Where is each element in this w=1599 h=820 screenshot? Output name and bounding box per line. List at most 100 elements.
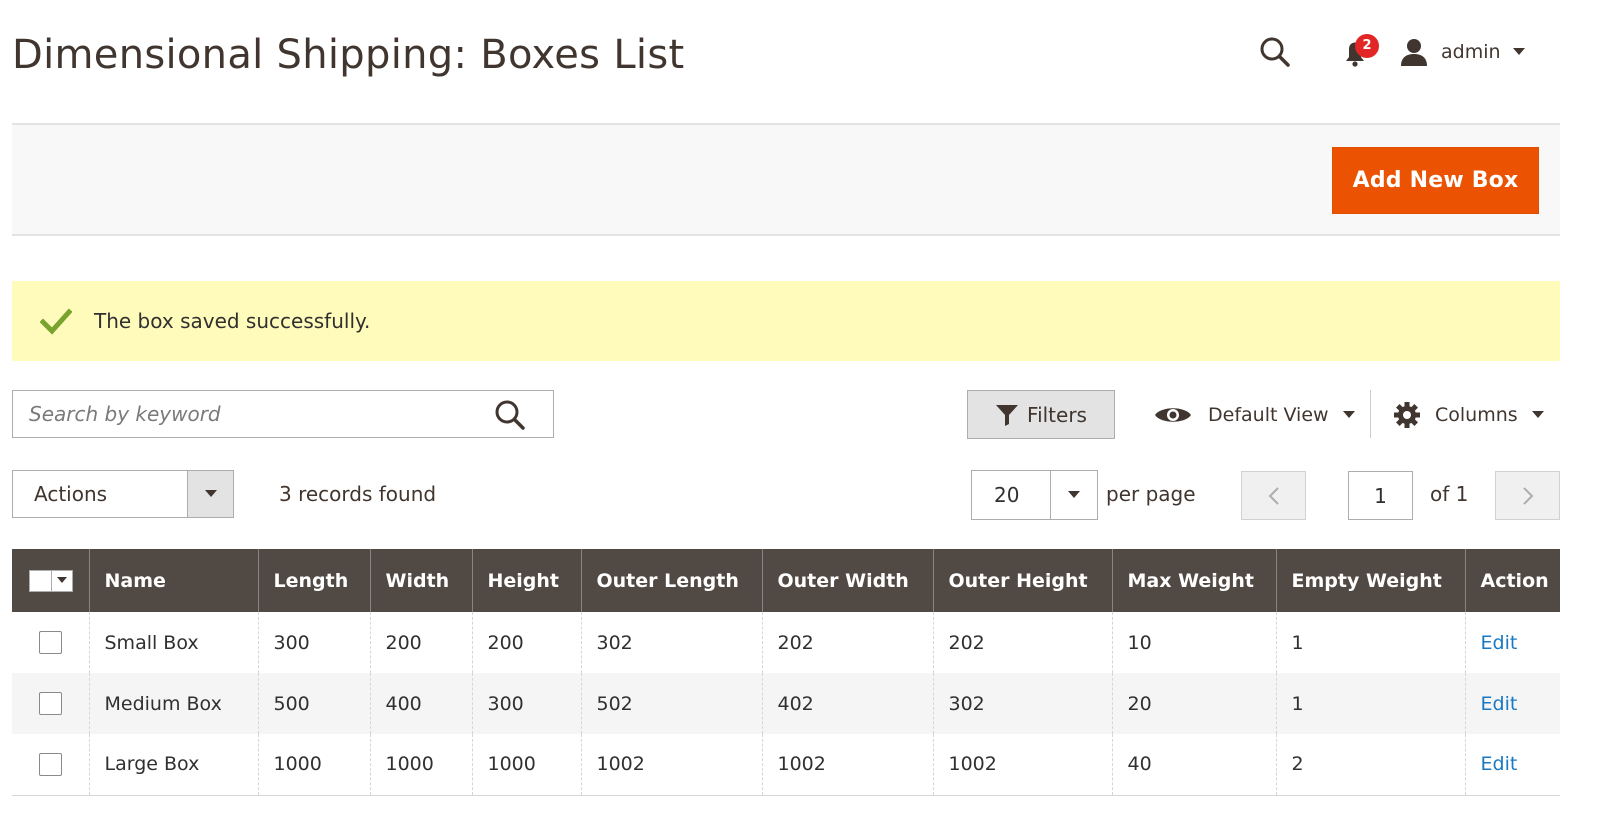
view-switcher[interactable]: Default View (1154, 392, 1355, 438)
total-pages: of 1 (1430, 482, 1469, 506)
cell-outer-width: 402 (761, 673, 933, 734)
gear-icon (1394, 402, 1420, 428)
eye-icon (1155, 408, 1191, 422)
edit-link[interactable]: Edit (1481, 693, 1518, 715)
message-text: The box saved successfully. (94, 309, 371, 333)
cell-action: Edit (1464, 612, 1560, 673)
row-select-cell (12, 612, 89, 673)
row-checkbox[interactable] (39, 692, 62, 715)
edit-link[interactable]: Edit (1481, 753, 1518, 775)
cell-outer-length: 302 (580, 612, 762, 673)
funnel-icon (996, 404, 1019, 426)
success-message: The box saved successfully. (12, 281, 1560, 361)
toolbar-divider (1370, 390, 1371, 438)
column-header-max-weight[interactable]: Max Weight (1111, 549, 1276, 612)
actions-dropdown-toggle[interactable] (187, 471, 233, 517)
cell-name: Small Box (88, 612, 258, 673)
chevron-down-icon (1068, 491, 1080, 498)
chevron-right-icon (1522, 486, 1533, 505)
columns-control[interactable]: Columns (1393, 392, 1544, 438)
next-page-button[interactable] (1495, 471, 1560, 520)
cell-outer-length: 1002 (580, 734, 762, 796)
column-header-outer-width[interactable]: Outer Width (761, 549, 933, 612)
column-header-name[interactable]: Name (88, 549, 258, 612)
cell-outer-height: 1002 (932, 734, 1112, 796)
notification-badge: 2 (1355, 34, 1379, 58)
row-checkbox[interactable] (39, 752, 62, 776)
notifications-button[interactable]: 2 (1337, 34, 1379, 70)
cell-action: Edit (1464, 734, 1560, 796)
table-row: Medium Box 500 400 300 502 402 302 20 1 … (12, 673, 1560, 734)
current-page-input[interactable] (1348, 471, 1413, 520)
chevron-down-icon (1531, 411, 1544, 418)
cell-outer-height: 302 (932, 673, 1112, 734)
actions-label: Actions (34, 482, 108, 506)
search-icon (1260, 37, 1290, 67)
search-button[interactable] (493, 398, 527, 432)
column-header-height[interactable]: Height (471, 549, 581, 612)
cell-max-weight: 20 (1111, 673, 1276, 734)
per-page-value: 20 (994, 483, 1020, 507)
cell-outer-width: 202 (761, 612, 933, 673)
column-header-outer-length[interactable]: Outer Length (580, 549, 762, 612)
row-select-cell (12, 734, 89, 796)
table-header-row: Name Length Width Height Outer Length Ou… (12, 549, 1560, 612)
user-name: admin (1441, 41, 1501, 63)
cell-width: 400 (369, 673, 472, 734)
cell-name: Medium Box (88, 673, 258, 734)
cell-outer-width: 1002 (761, 734, 933, 796)
cell-empty-weight: 2 (1275, 734, 1465, 796)
chevron-down-icon (1342, 411, 1355, 418)
cell-max-weight: 10 (1111, 612, 1276, 673)
cell-width: 200 (369, 612, 472, 673)
keyword-search (12, 390, 554, 438)
mass-select-checkbox[interactable] (29, 569, 73, 592)
per-page-label: per page (1106, 482, 1196, 506)
row-checkbox[interactable] (39, 631, 62, 654)
mass-actions-dropdown[interactable]: Actions (12, 470, 234, 518)
column-header-outer-height[interactable]: Outer Height (932, 549, 1112, 612)
page-actions-bar: Add New Box (12, 123, 1560, 236)
cell-outer-length: 502 (580, 673, 762, 734)
column-header-empty-weight[interactable]: Empty Weight (1275, 549, 1465, 612)
cell-empty-weight: 1 (1275, 673, 1465, 734)
per-page-select[interactable]: 20 (971, 470, 1098, 520)
column-header-action: Action (1464, 549, 1560, 612)
user-icon (1401, 39, 1427, 66)
check-icon (40, 308, 72, 335)
per-page-toggle[interactable] (1050, 471, 1097, 519)
chevron-down-icon (57, 577, 67, 583)
cell-length: 500 (257, 673, 370, 734)
cell-name: Large Box (88, 734, 258, 796)
cell-length: 1000 (257, 734, 370, 796)
global-search-button[interactable] (1257, 34, 1293, 70)
user-menu[interactable]: admin (1399, 34, 1525, 70)
table-row: Small Box 300 200 200 302 202 202 10 1 E… (12, 612, 1560, 673)
records-count: 3 records found (279, 482, 437, 506)
search-input[interactable] (13, 391, 463, 437)
boxes-grid: Name Length Width Height Outer Length Ou… (12, 549, 1560, 796)
cell-width: 1000 (369, 734, 472, 796)
filters-button[interactable]: Filters (967, 390, 1115, 439)
edit-link[interactable]: Edit (1481, 632, 1518, 654)
mass-select-column (12, 549, 89, 612)
row-select-cell (12, 673, 89, 734)
search-icon (495, 400, 525, 430)
cell-height: 300 (471, 673, 581, 734)
cell-empty-weight: 1 (1275, 612, 1465, 673)
table-row: Large Box 1000 1000 1000 1002 1002 1002 … (12, 734, 1560, 796)
cell-height: 1000 (471, 734, 581, 796)
cell-height: 200 (471, 612, 581, 673)
column-header-length[interactable]: Length (257, 549, 370, 612)
chevron-left-icon (1268, 486, 1279, 505)
cell-outer-height: 202 (932, 612, 1112, 673)
cell-max-weight: 40 (1111, 734, 1276, 796)
chevron-down-icon (204, 490, 217, 497)
filters-label: Filters (1027, 402, 1087, 427)
page-title: Dimensional Shipping: Boxes List (12, 32, 685, 78)
add-new-box-button[interactable]: Add New Box (1332, 147, 1539, 214)
columns-label: Columns (1435, 404, 1518, 426)
chevron-down-icon (1512, 48, 1525, 55)
previous-page-button[interactable] (1241, 471, 1306, 520)
column-header-width[interactable]: Width (369, 549, 472, 612)
